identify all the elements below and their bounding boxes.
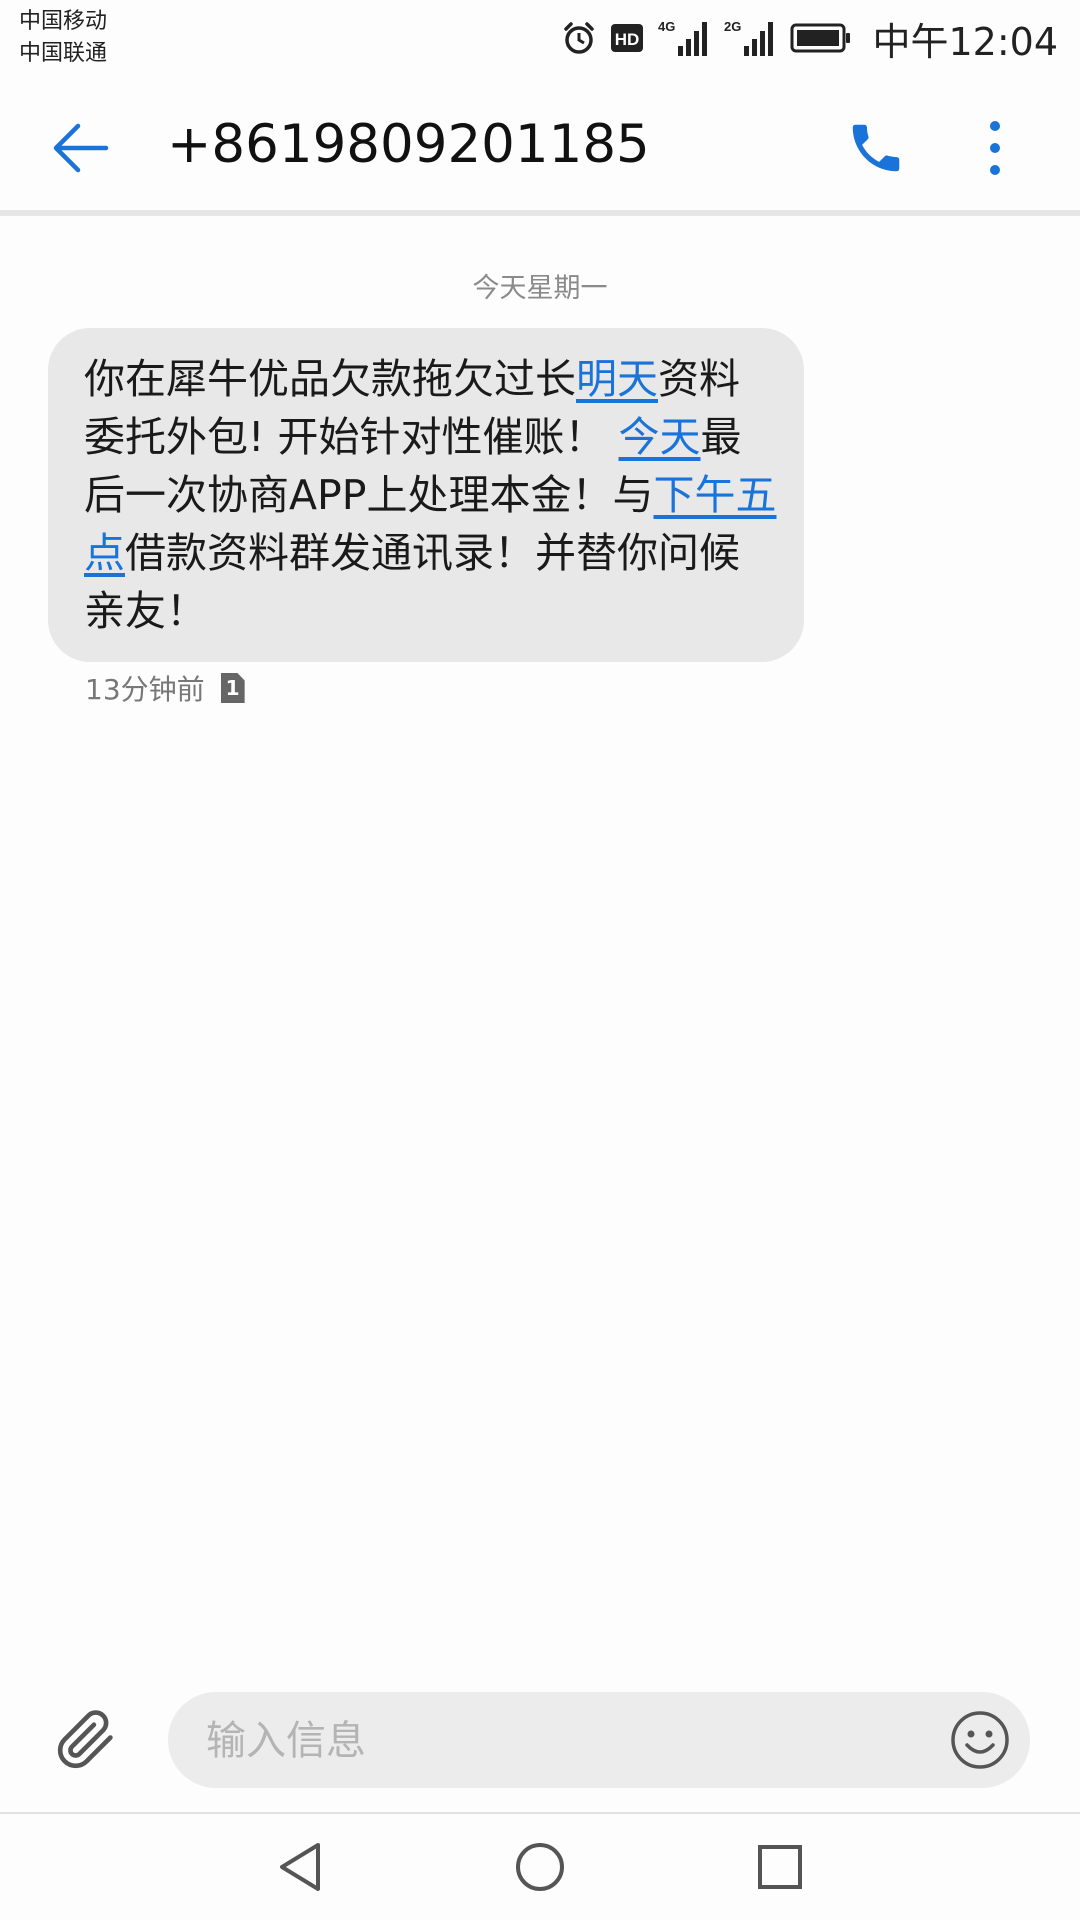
message-text: 你在犀牛优品欠款拖欠过长 <box>84 355 576 403</box>
action-bar-divider <box>0 210 1080 216</box>
sim-card-icon: 1 <box>220 673 245 703</box>
nav-back-icon <box>280 1843 320 1891</box>
nav-back-button[interactable] <box>265 1832 335 1902</box>
signal-4g-icon: 4G <box>658 18 710 58</box>
battery-icon <box>790 22 852 54</box>
action-bar: +8619809201185 <box>0 80 1080 210</box>
more-options-button[interactable] <box>960 108 1030 188</box>
arrow-left-icon <box>53 123 109 173</box>
emoji-icon <box>951 1711 1009 1769</box>
message-meta: 13分钟前 1 <box>85 668 245 708</box>
hd-icon: HD <box>610 21 644 55</box>
nav-recent-icon <box>758 1845 802 1889</box>
alarm-icon <box>562 21 596 55</box>
phone-icon <box>852 124 900 172</box>
status-icons: HD 4G 2G 中午12:04 <box>562 10 1058 66</box>
signal-2g-icon: 2G <box>724 18 776 58</box>
nav-home-button[interactable] <box>505 1832 575 1902</box>
back-button[interactable] <box>40 108 120 188</box>
compose-box <box>168 1692 1030 1788</box>
paperclip-icon <box>57 1710 113 1769</box>
svg-text:2G: 2G <box>724 19 741 34</box>
date-header: 今天星期一 <box>472 273 608 304</box>
message-text: 借款资料群发通讯录！并替你问候亲友！ <box>84 529 740 635</box>
attach-button[interactable] <box>48 1702 124 1778</box>
clock: 中午12:04 <box>872 19 1058 64</box>
status-bar: 中国移动 中国联通 HD 4G 2G 中午12:04 <box>0 0 1080 80</box>
date-link-tomorrow[interactable]: 明天 <box>576 355 658 403</box>
svg-text:4G: 4G <box>658 19 675 34</box>
date-link-today[interactable]: 今天 <box>619 413 701 461</box>
svg-text:HD: HD <box>615 30 640 49</box>
message-bubble[interactable]: 你在犀牛优品欠款拖欠过长明天资料委托外包! 开始针对性催账！ 今天最后一次协商A… <box>48 328 804 662</box>
call-button[interactable] <box>836 108 916 188</box>
message-time: 13分钟前 <box>85 673 205 706</box>
nav-recent-button[interactable] <box>745 1832 815 1902</box>
message-input[interactable] <box>204 1706 908 1776</box>
emoji-button[interactable] <box>944 1704 1016 1776</box>
more-vertical-icon <box>990 121 1000 175</box>
contact-title: +8619809201185 <box>167 114 650 175</box>
carrier-2: 中国联通 <box>19 41 108 66</box>
nav-home-icon <box>516 1843 564 1891</box>
carrier-info: 中国移动 中国联通 <box>19 6 107 70</box>
carrier-1: 中国移动 <box>19 9 108 34</box>
navigation-bar <box>0 1814 1080 1920</box>
messaging-screen: 中国移动 中国联通 HD 4G 2G 中午12:04 +861980920118… <box>0 0 1080 1920</box>
